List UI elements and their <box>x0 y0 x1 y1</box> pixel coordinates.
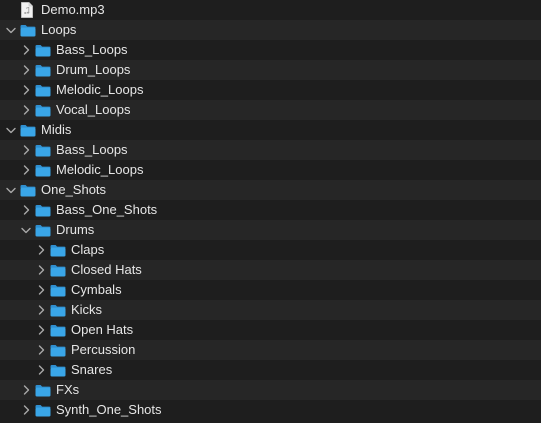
row-label: Bass_Loops <box>56 42 128 57</box>
chevron-right-icon[interactable] <box>36 260 46 280</box>
row-label: Closed Hats <box>71 262 142 277</box>
row-label: Kicks <box>71 302 103 317</box>
chevron-right-icon[interactable] <box>21 140 31 160</box>
folder-icon <box>35 203 51 217</box>
folder-icon <box>35 43 51 57</box>
folder-row-one-shots[interactable]: One_Shots <box>0 180 541 200</box>
folder-icon <box>35 403 51 417</box>
row-label: Claps <box>71 242 105 257</box>
folder-icon <box>35 163 51 177</box>
folder-row-melodic-loops[interactable]: Melodic_Loops <box>0 160 541 180</box>
chevron-right-icon[interactable] <box>21 200 31 220</box>
folder-icon <box>50 303 66 317</box>
folder-row-closed-hats[interactable]: Closed Hats <box>0 260 541 280</box>
folder-icon <box>20 183 36 197</box>
folder-row-cymbals[interactable]: Cymbals <box>0 280 541 300</box>
chevron-right-icon[interactable] <box>21 400 31 420</box>
chevron-right-icon[interactable] <box>36 300 46 320</box>
row-label: Synth_One_Shots <box>56 402 162 417</box>
chevron-right-icon[interactable] <box>21 380 31 400</box>
chevron-right-icon[interactable] <box>36 320 46 340</box>
chevron-right-icon[interactable] <box>21 40 31 60</box>
chevron-right-icon[interactable] <box>36 360 46 380</box>
chevron-right-icon[interactable] <box>36 280 46 300</box>
chevron-right-icon[interactable] <box>36 340 46 360</box>
folder-row-vocal-loops[interactable]: Vocal_Loops <box>0 100 541 120</box>
folder-icon <box>50 363 66 377</box>
folder-icon <box>35 223 51 237</box>
chevron-down-icon[interactable] <box>6 20 16 40</box>
folder-row-loops[interactable]: Loops <box>0 20 541 40</box>
folder-icon <box>35 83 51 97</box>
chevron-right-icon[interactable] <box>21 60 31 80</box>
folder-row-kicks[interactable]: Kicks <box>0 300 541 320</box>
row-label: Snares <box>71 362 113 377</box>
row-label: Bass_One_Shots <box>56 202 158 217</box>
folder-row-percussion[interactable]: Percussion <box>0 340 541 360</box>
row-label: FXs <box>56 382 80 397</box>
chevron-down-icon[interactable] <box>6 120 16 140</box>
folder-row-open-hats[interactable]: Open Hats <box>0 320 541 340</box>
chevron-right-icon[interactable] <box>21 80 31 100</box>
row-label: One_Shots <box>41 182 107 197</box>
folder-icon <box>20 123 36 137</box>
folder-row-drum-loops[interactable]: Drum_Loops <box>0 60 541 80</box>
folder-row-bass-loops[interactable]: Bass_Loops <box>0 140 541 160</box>
row-label: Melodic_Loops <box>56 82 144 97</box>
file-row-demo-mp3[interactable]: Demo.mp3 <box>0 0 541 20</box>
folder-row-fxs[interactable]: FXs <box>0 380 541 400</box>
row-label: Vocal_Loops <box>56 102 131 117</box>
chevron-right-icon[interactable] <box>36 240 46 260</box>
folder-icon <box>35 383 51 397</box>
row-label: Percussion <box>71 342 136 357</box>
chevron-down-icon[interactable] <box>21 220 31 240</box>
chevron-down-icon[interactable] <box>6 180 16 200</box>
folder-icon <box>50 243 66 257</box>
row-label: Bass_Loops <box>56 142 128 157</box>
row-label: Demo.mp3 <box>41 2 105 17</box>
folder-icon <box>50 283 66 297</box>
folder-row-snares[interactable]: Snares <box>0 360 541 380</box>
folder-row-midis[interactable]: Midis <box>0 120 541 140</box>
folder-row-bass-loops[interactable]: Bass_Loops <box>0 40 541 60</box>
folder-icon <box>50 263 66 277</box>
file-tree: Demo.mp3 Loops Bass_Loops Drum_Loops Melodic… <box>0 0 541 423</box>
folder-row-synth-one-shots[interactable]: Synth_One_Shots <box>0 400 541 420</box>
row-label: Drum_Loops <box>56 62 131 77</box>
chevron-right-icon[interactable] <box>21 160 31 180</box>
folder-icon <box>50 343 66 357</box>
row-label: Midis <box>41 122 72 137</box>
audio-file-icon <box>20 2 36 18</box>
folder-icon <box>20 23 36 37</box>
row-label: Melodic_Loops <box>56 162 144 177</box>
row-label: Loops <box>41 22 77 37</box>
row-label: Drums <box>56 222 95 237</box>
folder-icon <box>50 323 66 337</box>
row-label: Open Hats <box>71 322 134 337</box>
folder-icon <box>35 143 51 157</box>
folder-row-melodic-loops[interactable]: Melodic_Loops <box>0 80 541 100</box>
row-label: Cymbals <box>71 282 122 297</box>
folder-row-bass-one-shots[interactable]: Bass_One_Shots <box>0 200 541 220</box>
folder-icon <box>35 103 51 117</box>
folder-row-drums[interactable]: Drums <box>0 220 541 240</box>
folder-icon <box>35 63 51 77</box>
folder-row-claps[interactable]: Claps <box>0 240 541 260</box>
chevron-right-icon[interactable] <box>21 100 31 120</box>
